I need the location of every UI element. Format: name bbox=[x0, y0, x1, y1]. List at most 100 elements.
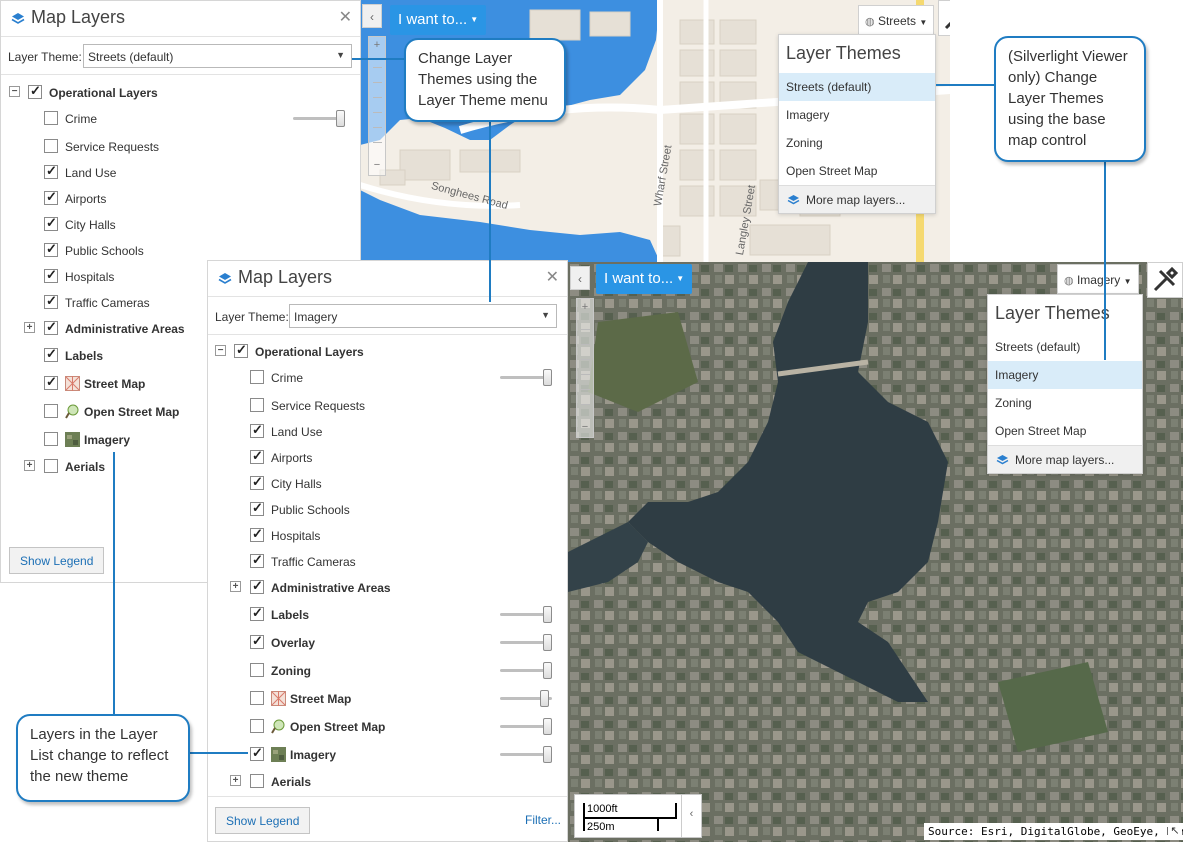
theme-item-open-street-map[interactable]: Open Street Map bbox=[779, 157, 935, 185]
layer-checkbox[interactable] bbox=[250, 398, 264, 412]
layer-checkbox[interactable] bbox=[250, 578, 264, 594]
layer-row[interactable]: − Operational Layers bbox=[1, 83, 360, 103]
layer-checkbox[interactable] bbox=[250, 500, 264, 516]
expand-icon[interactable]: + bbox=[230, 581, 241, 592]
theme-item-zoning[interactable]: Zoning bbox=[988, 389, 1142, 417]
layer-row[interactable]: Service Requests bbox=[208, 396, 567, 416]
basemap-control[interactable]: ◍ Imagery ▼ bbox=[1057, 264, 1139, 294]
layer-row[interactable]: Public Schools bbox=[208, 500, 567, 520]
layer-row[interactable]: − Operational Layers bbox=[208, 342, 567, 362]
layer-theme-select[interactable]: Imagery ▼ bbox=[289, 304, 557, 328]
layer-row[interactable]: Zoning bbox=[208, 661, 567, 681]
layer-row[interactable]: Hospitals bbox=[208, 526, 567, 546]
theme-item-imagery[interactable]: Imagery bbox=[779, 101, 935, 129]
opacity-slider[interactable] bbox=[500, 605, 552, 625]
opacity-slider[interactable] bbox=[500, 368, 552, 388]
layer-checkbox[interactable] bbox=[250, 605, 264, 621]
more-map-layers-button[interactable]: More map layers... bbox=[988, 445, 1142, 473]
filter-link[interactable]: Filter... bbox=[525, 813, 561, 827]
layer-checkbox[interactable] bbox=[250, 422, 264, 438]
layer-checkbox[interactable] bbox=[250, 719, 264, 733]
layer-checkbox[interactable] bbox=[44, 241, 58, 257]
opacity-slider[interactable] bbox=[500, 633, 552, 653]
i-want-to-button[interactable]: I want to... ▼ bbox=[596, 264, 693, 294]
layer-row[interactable]: City Halls bbox=[208, 474, 567, 494]
tools-button[interactable] bbox=[938, 0, 950, 36]
theme-item-streets[interactable]: Streets (default) bbox=[988, 333, 1142, 361]
layer-checkbox[interactable] bbox=[44, 374, 58, 390]
layer-checkbox[interactable] bbox=[44, 215, 58, 231]
layer-checkbox[interactable] bbox=[28, 83, 42, 99]
layer-row[interactable]: Service Requests bbox=[1, 137, 360, 157]
collapse-panel-tab[interactable]: ‹ bbox=[362, 4, 382, 28]
layer-row[interactable]: Street Map bbox=[208, 689, 567, 709]
opacity-slider[interactable] bbox=[500, 717, 552, 737]
layer-checkbox[interactable] bbox=[250, 552, 264, 568]
layer-row[interactable]: Open Street Map bbox=[208, 717, 567, 737]
layer-row[interactable]: Imagery bbox=[208, 745, 567, 765]
layer-row[interactable]: Airports bbox=[1, 189, 360, 209]
layer-row[interactable]: Land Use bbox=[208, 422, 567, 442]
expand-icon[interactable]: + bbox=[230, 775, 241, 786]
layer-checkbox[interactable] bbox=[44, 404, 58, 418]
theme-item-streets[interactable]: Streets (default) bbox=[779, 73, 935, 101]
i-want-to-button[interactable]: I want to... ▼ bbox=[390, 5, 487, 35]
basemap-control[interactable]: ◍ Streets ▼ bbox=[858, 5, 935, 35]
collapse-panel-tab[interactable]: ‹ bbox=[570, 266, 590, 290]
expand-icon[interactable]: + bbox=[24, 460, 35, 471]
layer-checkbox[interactable] bbox=[44, 267, 58, 283]
layer-row[interactable]: Crime bbox=[208, 368, 567, 388]
layer-checkbox[interactable] bbox=[234, 342, 248, 358]
layer-checkbox[interactable] bbox=[44, 432, 58, 446]
layer-checkbox[interactable] bbox=[250, 745, 264, 761]
layer-checkbox[interactable] bbox=[44, 163, 58, 179]
layer-row[interactable]: Overlay bbox=[208, 633, 567, 653]
layer-checkbox[interactable] bbox=[250, 448, 264, 464]
imagery-map[interactable]: ‹ + − I want to... ▼ ◍ Imagery ▼ Layer Th… bbox=[568, 262, 1183, 842]
layer-row[interactable]: + Administrative Areas bbox=[208, 578, 567, 598]
zoom-out-icon[interactable]: − bbox=[577, 421, 593, 433]
close-icon[interactable]: ✕ bbox=[546, 267, 559, 287]
layer-row[interactable]: City Halls bbox=[1, 215, 360, 235]
layer-row[interactable]: Land Use bbox=[1, 163, 360, 183]
zoom-slider[interactable]: + − bbox=[576, 298, 594, 438]
more-map-layers-button[interactable]: More map layers... bbox=[779, 185, 935, 213]
show-legend-button[interactable]: Show Legend bbox=[215, 807, 311, 834]
layer-checkbox[interactable] bbox=[44, 319, 58, 335]
layer-row[interactable]: Labels bbox=[208, 605, 567, 625]
opacity-slider[interactable] bbox=[500, 745, 552, 765]
layer-checkbox[interactable] bbox=[44, 189, 58, 205]
layer-checkbox[interactable] bbox=[250, 474, 264, 490]
layer-row[interactable]: Crime bbox=[1, 109, 360, 129]
layer-row[interactable]: + Aerials bbox=[208, 772, 567, 792]
layer-checkbox[interactable] bbox=[250, 774, 264, 788]
chevron-left-icon[interactable]: ‹ bbox=[681, 795, 701, 837]
layer-checkbox[interactable] bbox=[250, 663, 264, 677]
zoom-slider[interactable]: + − bbox=[368, 36, 386, 176]
close-icon[interactable]: ✕ bbox=[339, 7, 352, 27]
layer-row[interactable]: Airports bbox=[208, 448, 567, 468]
layer-row[interactable]: Public Schools bbox=[1, 241, 360, 261]
layer-checkbox[interactable] bbox=[44, 459, 58, 473]
layer-checkbox[interactable] bbox=[250, 633, 264, 649]
opacity-slider[interactable] bbox=[500, 661, 552, 681]
zoom-out-icon[interactable]: − bbox=[369, 159, 385, 171]
opacity-slider[interactable] bbox=[293, 109, 345, 129]
theme-item-zoning[interactable]: Zoning bbox=[779, 129, 935, 157]
theme-item-imagery[interactable]: Imagery bbox=[988, 361, 1142, 389]
layer-checkbox[interactable] bbox=[44, 111, 58, 125]
expand-icon[interactable]: + bbox=[24, 322, 35, 333]
theme-item-open-street-map[interactable]: Open Street Map bbox=[988, 417, 1142, 445]
layer-row[interactable]: Traffic Cameras bbox=[208, 552, 567, 572]
zoom-in-icon[interactable]: + bbox=[369, 39, 385, 51]
expand-icon[interactable]: ↖ bbox=[1168, 824, 1182, 840]
layer-checkbox[interactable] bbox=[44, 139, 58, 153]
layer-checkbox[interactable] bbox=[44, 346, 58, 362]
layer-checkbox[interactable] bbox=[250, 370, 264, 384]
show-legend-button[interactable]: Show Legend bbox=[9, 547, 105, 574]
collapse-icon[interactable]: − bbox=[9, 86, 20, 97]
collapse-icon[interactable]: − bbox=[215, 345, 226, 356]
opacity-slider[interactable] bbox=[500, 689, 552, 709]
zoom-in-icon[interactable]: + bbox=[577, 301, 593, 313]
tools-button[interactable] bbox=[1147, 262, 1183, 298]
